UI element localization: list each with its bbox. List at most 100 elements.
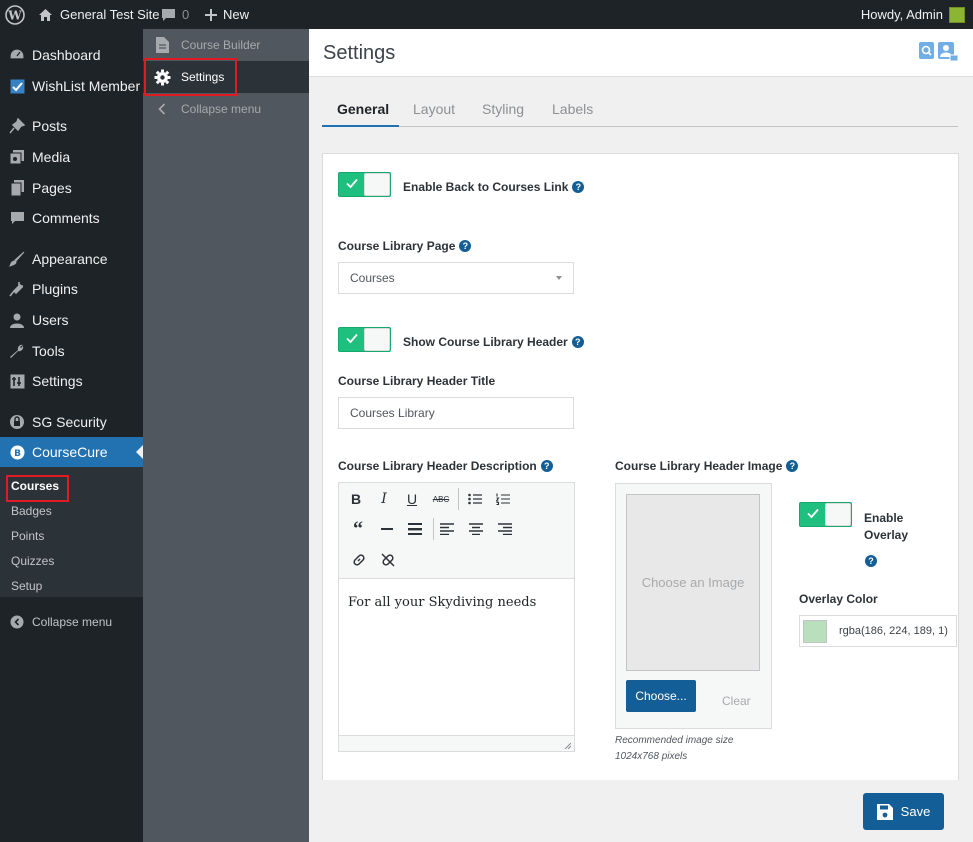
editor-content[interactable]: For all your Skydiving needs <box>348 595 536 610</box>
show-header-label-row: Show Course Library Header ? <box>403 335 584 349</box>
settings-icon <box>0 374 32 389</box>
color-swatch[interactable] <box>803 619 827 643</box>
lock-icon <box>0 414 32 430</box>
sidebar-item-settings[interactable]: Settings <box>0 366 143 396</box>
sidebar2-item-course-builder[interactable]: Course Builder <box>143 29 309 61</box>
content-header: Settings <box>309 29 973 77</box>
user-profile-icon[interactable] <box>938 42 958 62</box>
sidebar-item-plugins[interactable]: Plugins <box>0 274 143 304</box>
more-tag-button[interactable] <box>403 517 427 541</box>
align-center-button[interactable] <box>464 517 488 541</box>
back-link-label: Enable Back to Courses Link <box>403 180 569 194</box>
italic-button[interactable]: I <box>372 487 396 511</box>
page-title: Settings <box>323 42 396 64</box>
toggle-knob <box>364 328 390 351</box>
align-left-button[interactable] <box>435 517 459 541</box>
sidebar-item-posts[interactable]: Posts <box>0 111 143 141</box>
image-upload-panel: Choose an Image Choose... Clear <box>615 483 772 729</box>
bold-button[interactable]: B <box>344 487 368 511</box>
enable-overlay-line2: Overlay <box>864 528 909 542</box>
svg-text:W: W <box>7 8 22 22</box>
enable-overlay-line1: Enable <box>864 511 904 525</box>
numbered-list-icon <box>496 493 510 505</box>
blockquote-button[interactable]: “ <box>346 517 370 541</box>
remove-link-button[interactable] <box>376 548 400 572</box>
editor-resize-bar[interactable] <box>339 735 574 751</box>
sidebar-item-appearance[interactable]: Appearance <box>0 244 143 274</box>
toggle-knob <box>825 503 851 526</box>
sidebar-item-label: SG Security <box>32 414 107 430</box>
sidebar-item-comments[interactable]: Comments <box>0 203 143 233</box>
comments-link[interactable]: 0 <box>161 0 189 29</box>
back-link-toggle[interactable] <box>338 172 391 197</box>
pages-icon <box>0 180 32 196</box>
active-tab-indicator <box>322 125 399 127</box>
sidebar-item-pages[interactable]: Pages <box>0 173 143 203</box>
insert-link-button[interactable] <box>347 548 371 572</box>
submenu-item-setup[interactable]: Setup <box>11 579 42 593</box>
search-docs-icon[interactable] <box>919 42 935 60</box>
sidebar2-item-label: Course Builder <box>181 38 261 52</box>
toolbar-divider <box>458 488 459 510</box>
horizontal-line-icon <box>381 528 393 530</box>
sidebar-item-users[interactable]: Users <box>0 305 143 335</box>
wordpress-logo-icon[interactable]: W <box>5 0 27 29</box>
sidebar-item-dashboard[interactable]: Dashboard <box>0 40 143 70</box>
submenu-item-points[interactable]: Points <box>11 529 44 543</box>
tab-general[interactable]: General <box>337 101 389 117</box>
submenu-item-badges[interactable]: Badges <box>11 504 52 518</box>
overlay-color-picker[interactable]: rgba(186, 224, 189, 1) <box>799 615 957 647</box>
align-right-button[interactable] <box>493 517 517 541</box>
floppy-disk-icon <box>876 803 893 820</box>
help-icon[interactable]: ? <box>572 181 585 193</box>
choose-image-button[interactable]: Choose... <box>626 680 696 712</box>
bullet-list-button[interactable] <box>463 487 487 511</box>
clear-image-button[interactable]: Clear <box>722 694 751 708</box>
library-page-select[interactable]: Courses <box>338 262 574 294</box>
site-name-link[interactable]: General Test Site <box>38 0 159 29</box>
rich-text-editor: B I U ABC “ For all your Skydiving needs <box>338 482 575 752</box>
tab-styling[interactable]: Styling <box>482 101 524 117</box>
header-title-input[interactable]: Courses Library <box>338 397 574 429</box>
help-icon[interactable]: ? <box>571 336 584 348</box>
help-icon[interactable]: ? <box>459 240 472 252</box>
sidebar-item-wishlist[interactable]: WishList Member <box>0 71 143 101</box>
admin-bar: W General Test Site 0 New Howdy, Admin <box>0 0 973 29</box>
underline-button[interactable]: U <box>400 487 424 511</box>
submenu-item-quizzes[interactable]: Quizzes <box>11 554 54 568</box>
link-icon <box>353 554 365 566</box>
svg-text:B: B <box>14 449 21 459</box>
collapse-menu-button[interactable]: Collapse menu <box>0 607 143 637</box>
tab-layout[interactable]: Layout <box>413 101 455 117</box>
plugin-icon <box>0 281 32 297</box>
help-icon[interactable]: ? <box>786 460 799 472</box>
coursecure-icon: B <box>0 445 32 460</box>
plugin-sidebar: Course Builder Settings Collapse menu <box>143 29 309 842</box>
horizontal-line-button[interactable] <box>375 517 399 541</box>
sidebar2-collapse-button[interactable]: Collapse menu <box>143 93 309 125</box>
sidebar-item-media[interactable]: Media <box>0 142 143 172</box>
settings-card: Enable Back to Courses Link ? Course Lib… <box>322 153 959 842</box>
new-content-link[interactable]: New <box>205 0 249 29</box>
enable-overlay-toggle[interactable] <box>799 502 852 527</box>
sidebar-item-coursecure[interactable]: B CourseCure <box>0 437 143 467</box>
unlink-icon <box>381 553 395 567</box>
checkmark-icon <box>346 333 358 344</box>
tab-labels[interactable]: Labels <box>552 101 593 117</box>
header-title-label: Course Library Header Title <box>338 374 496 388</box>
help-icon[interactable]: ? <box>865 555 877 567</box>
strikethrough-button[interactable]: ABC <box>429 487 453 511</box>
media-icon <box>0 149 32 165</box>
align-right-icon <box>498 523 512 535</box>
show-header-toggle[interactable] <box>338 327 391 352</box>
account-menu[interactable]: Howdy, Admin <box>861 0 965 29</box>
header-desc-label-row: Course Library Header Description ? <box>338 459 553 473</box>
numbered-list-button[interactable] <box>491 487 515 511</box>
bullet-list-icon <box>468 493 482 505</box>
save-button[interactable]: Save <box>863 793 944 830</box>
sidebar-item-tools[interactable]: Tools <box>0 336 143 366</box>
sidebar-item-sg-security[interactable]: SG Security <box>0 407 143 437</box>
image-placeholder[interactable]: Choose an Image <box>626 494 760 671</box>
howdy-text: Howdy, Admin <box>860 7 943 22</box>
help-icon[interactable]: ? <box>540 460 553 472</box>
